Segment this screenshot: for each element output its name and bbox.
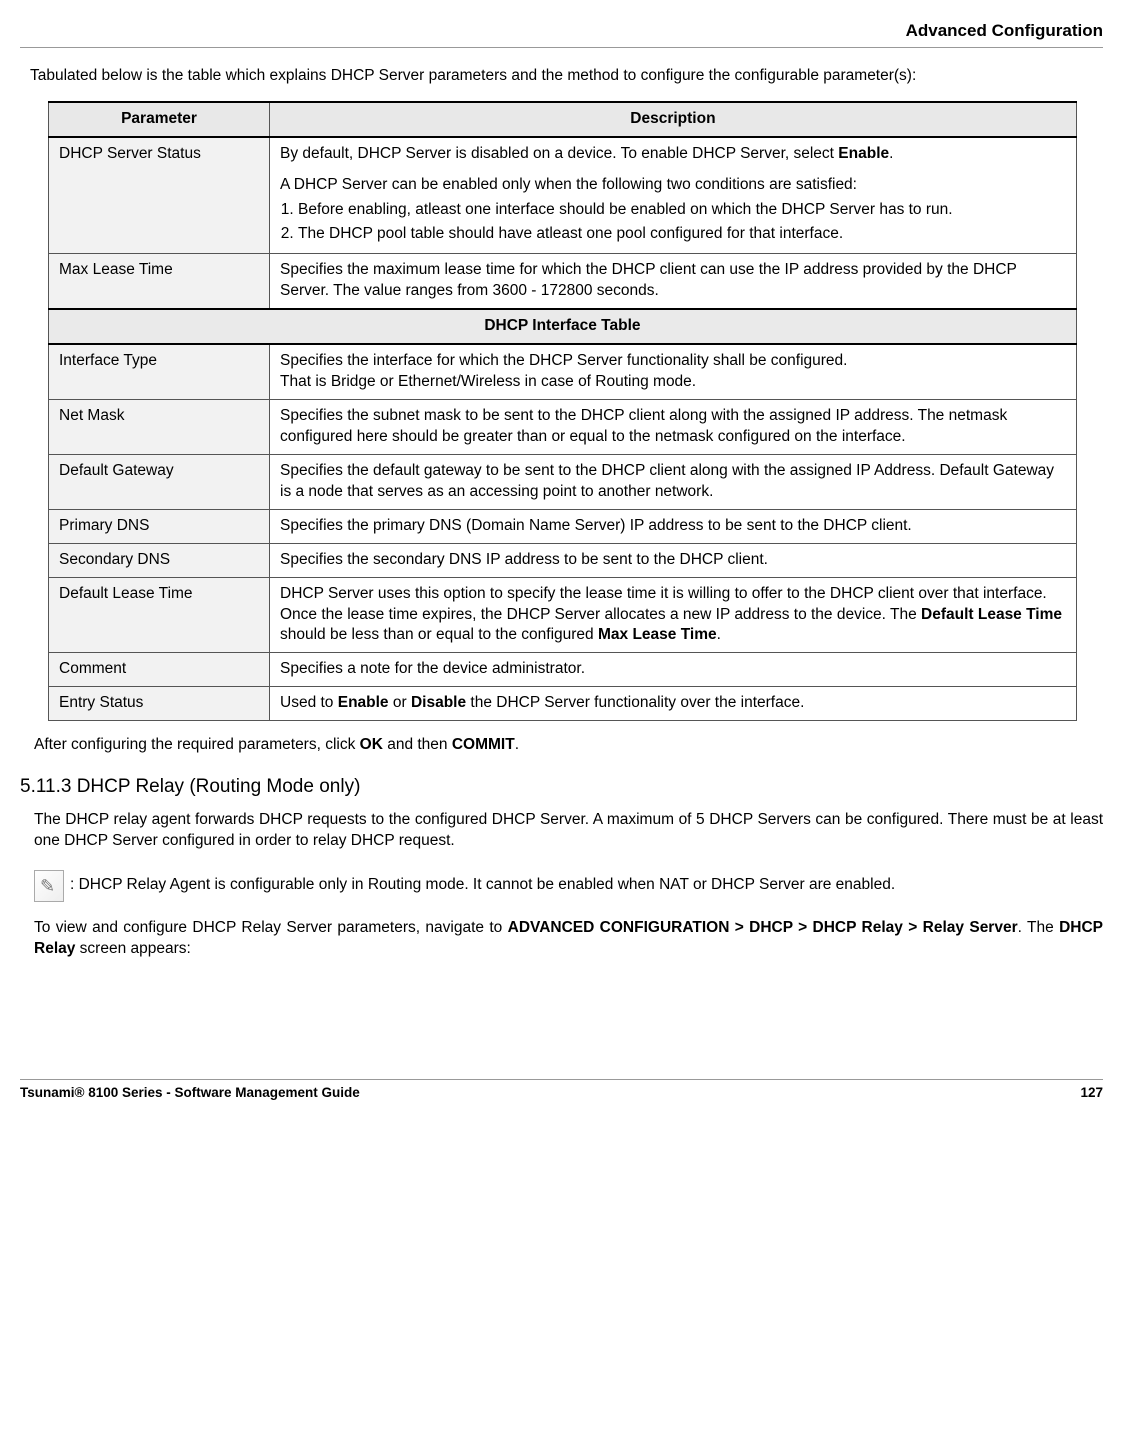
table-row: Primary DNS Specifies the primary DNS (D… [49, 509, 1077, 543]
condition-item: Before enabling, atleast one interface s… [298, 200, 1066, 221]
desc-cell: Specifies the primary DNS (Domain Name S… [270, 509, 1077, 543]
desc-text: should be less than or equal to the conf… [280, 626, 598, 643]
desc-cell: Specifies the secondary DNS IP address t… [270, 543, 1077, 577]
bold: ADVANCED CONFIGURATION > DHCP > DHCP Rel… [508, 919, 1018, 936]
desc-text: Specifies the interface for which the DH… [280, 352, 847, 369]
table-row: Max Lease Time Specifies the maximum lea… [49, 254, 1077, 309]
desc-cell: Specifies a note for the device administ… [270, 653, 1077, 687]
desc-bold: Disable [411, 694, 466, 711]
param-cell: Net Mask [49, 400, 270, 455]
table-row: Default Gateway Specifies the default ga… [49, 454, 1077, 509]
subheader-cell: DHCP Interface Table [49, 309, 1077, 344]
desc-cell: Specifies the interface for which the DH… [270, 344, 1077, 399]
desc-text: the DHCP Server functionality over the i… [466, 694, 804, 711]
param-cell: Comment [49, 653, 270, 687]
desc-text: A DHCP Server can be enabled only when t… [280, 175, 1066, 196]
col-header-parameter: Parameter [49, 102, 270, 137]
table-header-row: Parameter Description [49, 102, 1077, 137]
col-header-description: Description [270, 102, 1077, 137]
desc-bold: Enable [838, 145, 889, 162]
desc-bold: Default Lease Time [921, 606, 1062, 623]
param-cell: Secondary DNS [49, 543, 270, 577]
table-subheader-row: DHCP Interface Table [49, 309, 1077, 344]
section-paragraph: The DHCP relay agent forwards DHCP reque… [34, 810, 1103, 852]
param-cell: Max Lease Time [49, 254, 270, 309]
param-cell: Entry Status [49, 687, 270, 721]
desc-bold: Enable [338, 694, 389, 711]
table-row: DHCP Server Status By default, DHCP Serv… [49, 137, 1077, 254]
desc-text: That is Bridge or Ethernet/Wireless in c… [280, 373, 696, 390]
desc-text: . [889, 145, 893, 162]
note-text: : DHCP Relay Agent is configurable only … [70, 875, 895, 896]
note-icon [34, 870, 64, 902]
text: After configuring the required parameter… [34, 736, 360, 753]
desc-text: or [389, 694, 411, 711]
table-row: Entry Status Used to Enable or Disable t… [49, 687, 1077, 721]
desc-cell: Used to Enable or Disable the DHCP Serve… [270, 687, 1077, 721]
nav-paragraph: To view and configure DHCP Relay Server … [34, 918, 1103, 960]
desc-cell: Specifies the default gateway to be sent… [270, 454, 1077, 509]
param-cell: Default Lease Time [49, 577, 270, 653]
desc-text: By default, DHCP Server is disabled on a… [280, 145, 838, 162]
bold: COMMIT [452, 736, 515, 753]
param-cell: Default Gateway [49, 454, 270, 509]
footer-left: Tsunami® 8100 Series - Software Manageme… [20, 1084, 360, 1102]
desc-cell: Specifies the subnet mask to be sent to … [270, 400, 1077, 455]
bold: OK [360, 736, 383, 753]
dhcp-parameter-table: Parameter Description DHCP Server Status… [48, 101, 1077, 721]
table-row: Comment Specifies a note for the device … [49, 653, 1077, 687]
intro-paragraph: Tabulated below is the table which expla… [30, 66, 1103, 87]
page-header-title: Advanced Configuration [20, 20, 1103, 43]
desc-text: Used to [280, 694, 338, 711]
after-table-paragraph: After configuring the required parameter… [34, 735, 1103, 756]
header-rule [20, 47, 1103, 48]
param-cell: Interface Type [49, 344, 270, 399]
table-row: Net Mask Specifies the subnet mask to be… [49, 400, 1077, 455]
desc-text: . [717, 626, 721, 643]
page-footer: Tsunami® 8100 Series - Software Manageme… [20, 1084, 1103, 1102]
note-row: : DHCP Relay Agent is configurable only … [34, 870, 1103, 902]
param-cell: DHCP Server Status [49, 137, 270, 254]
footer-right: 127 [1080, 1084, 1103, 1102]
text: . The [1018, 919, 1059, 936]
text: To view and configure DHCP Relay Server … [34, 919, 508, 936]
footer-rule [20, 1079, 1103, 1080]
desc-cell: Specifies the maximum lease time for whi… [270, 254, 1077, 309]
desc-bold: Max Lease Time [598, 626, 717, 643]
table-row: Interface Type Specifies the interface f… [49, 344, 1077, 399]
text: screen appears: [75, 940, 190, 957]
text: . [515, 736, 519, 753]
param-cell: Primary DNS [49, 509, 270, 543]
desc-cell: By default, DHCP Server is disabled on a… [270, 137, 1077, 254]
section-heading: 5.11.3 DHCP Relay (Routing Mode only) [20, 774, 1103, 800]
text: and then [383, 736, 452, 753]
table-row: Default Lease Time DHCP Server uses this… [49, 577, 1077, 653]
condition-item: The DHCP pool table should have atleast … [298, 224, 1066, 245]
table-row: Secondary DNS Specifies the secondary DN… [49, 543, 1077, 577]
desc-cell: DHCP Server uses this option to specify … [270, 577, 1077, 653]
